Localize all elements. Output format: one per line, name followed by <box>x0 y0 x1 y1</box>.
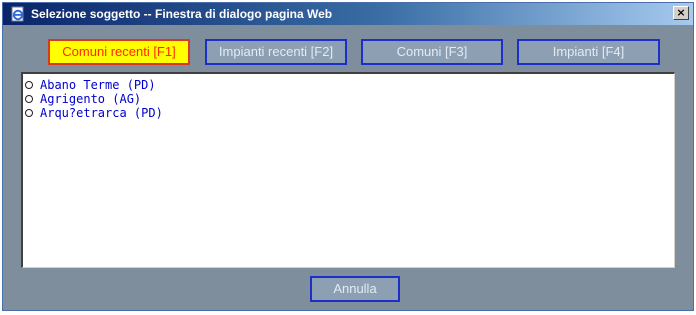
tab-bar: Comuni recenti [F1] Impianti recenti [F2… <box>3 39 693 67</box>
tab-impianti[interactable]: Impianti [F4] <box>517 39 660 65</box>
ie-page-icon <box>11 6 24 22</box>
close-button[interactable]: × <box>673 6 689 20</box>
tab-comuni[interactable]: Comuni [F3] <box>361 39 503 65</box>
list-item[interactable]: Abano Terme (PD) <box>23 78 674 92</box>
radio-icon[interactable] <box>25 109 33 117</box>
list-item[interactable]: Arqu?etrarca (PD) <box>23 106 674 120</box>
list-item[interactable]: Agrigento (AG) <box>23 92 674 106</box>
list-item-label: Arqu?etrarca (PD) <box>40 106 163 120</box>
list-item-label: Abano Terme (PD) <box>40 78 156 92</box>
title-bar[interactable]: Selezione soggetto -- Finestra di dialog… <box>3 3 693 25</box>
radio-icon[interactable] <box>25 81 33 89</box>
radio-icon[interactable] <box>25 95 33 103</box>
tab-impianti-recenti[interactable]: Impianti recenti [F2] <box>205 39 347 65</box>
tab-comuni-recenti[interactable]: Comuni recenti [F1] <box>48 39 190 65</box>
window-title: Selezione soggetto -- Finestra di dialog… <box>31 7 333 21</box>
dialog-window: Selezione soggetto -- Finestra di dialog… <box>2 2 694 311</box>
list-item-label: Agrigento (AG) <box>40 92 142 106</box>
close-icon: × <box>676 6 686 19</box>
subject-list[interactable]: Abano Terme (PD) Agrigento (AG) Arqu?etr… <box>21 72 675 268</box>
cancel-button[interactable]: Annulla <box>310 276 400 302</box>
